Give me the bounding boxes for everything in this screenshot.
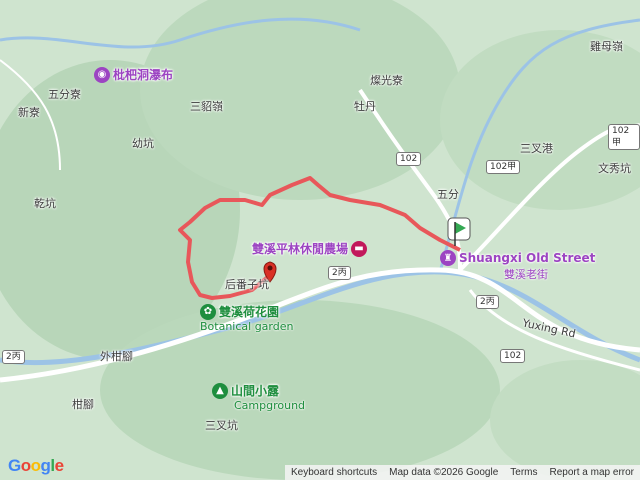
poi-old-street[interactable]: ♜ Shuangxi Old Street 雙溪老街 (440, 250, 595, 282)
label-sandiaoling: 三貂嶺 (190, 100, 223, 113)
route-shield: 2丙 (2, 350, 25, 364)
poi-farm[interactable]: 雙溪平林休閒農場 ▬ (252, 240, 368, 257)
poi-camp-label: 山間小露 (231, 384, 280, 398)
label-qiankeng: 乾坑 (34, 197, 56, 210)
terms-link[interactable]: Terms (504, 467, 543, 478)
label-youkeng: 幼坑 (132, 137, 154, 150)
poi-lotus-garden[interactable]: ✿ 雙溪荷花園 Botanical garden (200, 303, 293, 333)
route-shield: 102甲 (608, 124, 640, 150)
route-shield: 102甲 (486, 160, 521, 174)
label-houpoziliao: 后番子坑 (225, 278, 269, 291)
label-waigankeng: 外柑腳 (100, 350, 133, 363)
label-queshiliao: 雞母嶺 (590, 40, 623, 53)
report-error-link[interactable]: Report a map error (544, 467, 640, 478)
map-data-text: Map data ©2026 Google (389, 467, 499, 478)
poi-lotus-en: Botanical garden (200, 320, 294, 333)
label-canguangliao: 燦光寮 (370, 74, 403, 87)
route-shield: 102 (500, 349, 526, 363)
tent-icon: ▲ (212, 382, 228, 399)
poi-lotus-label: 雙溪荷花園 (219, 305, 280, 319)
label-sanchagang: 三叉港 (520, 142, 553, 155)
google-logo[interactable]: Google (8, 456, 64, 476)
poi-old-street-zh: 雙溪老街 (504, 268, 548, 281)
poi-waterfall[interactable]: ◉ 枇杷洞瀑布 (94, 66, 173, 83)
label-wufenliao: 五分寮 (48, 88, 81, 101)
bed-icon: ▬ (351, 240, 368, 257)
label-wenxiukeng: 文秀坑 (598, 162, 631, 175)
keyboard-shortcuts-link[interactable]: Keyboard shortcuts (285, 467, 383, 478)
map-canvas[interactable]: 五分寮 新寮 三貂嶺 幼坑 乾坑 牡丹 燦光寮 五分 三叉港 文秀坑 雞母嶺 后… (0, 0, 640, 480)
poi-campground[interactable]: ▲ 山間小露 Campground (212, 382, 305, 412)
poi-old-street-label: Shuangxi Old Street (459, 251, 596, 265)
label-xinliao: 新寮 (18, 106, 40, 119)
poi-camp-en: Campground (234, 399, 306, 412)
route-shield: 2丙 (328, 266, 351, 280)
label-gankeng: 柑腳 (72, 398, 94, 411)
label-sanchakeng: 三叉坑 (205, 419, 238, 432)
flower-icon: ✿ (200, 303, 216, 320)
route-shield: 2丙 (476, 295, 499, 309)
route-shield: 102 (396, 152, 422, 166)
poi-farm-label: 雙溪平林休閒農場 (252, 242, 349, 256)
label-wufen: 五分 (437, 188, 459, 201)
landmark-icon: ♜ (440, 250, 456, 266)
map-footer: Keyboard shortcuts Map data ©2026 Google… (284, 465, 640, 480)
poi-waterfall-label: 枇杷洞瀑布 (113, 68, 174, 82)
label-mudan: 牡丹 (354, 100, 376, 113)
camera-icon: ◉ (94, 66, 110, 83)
